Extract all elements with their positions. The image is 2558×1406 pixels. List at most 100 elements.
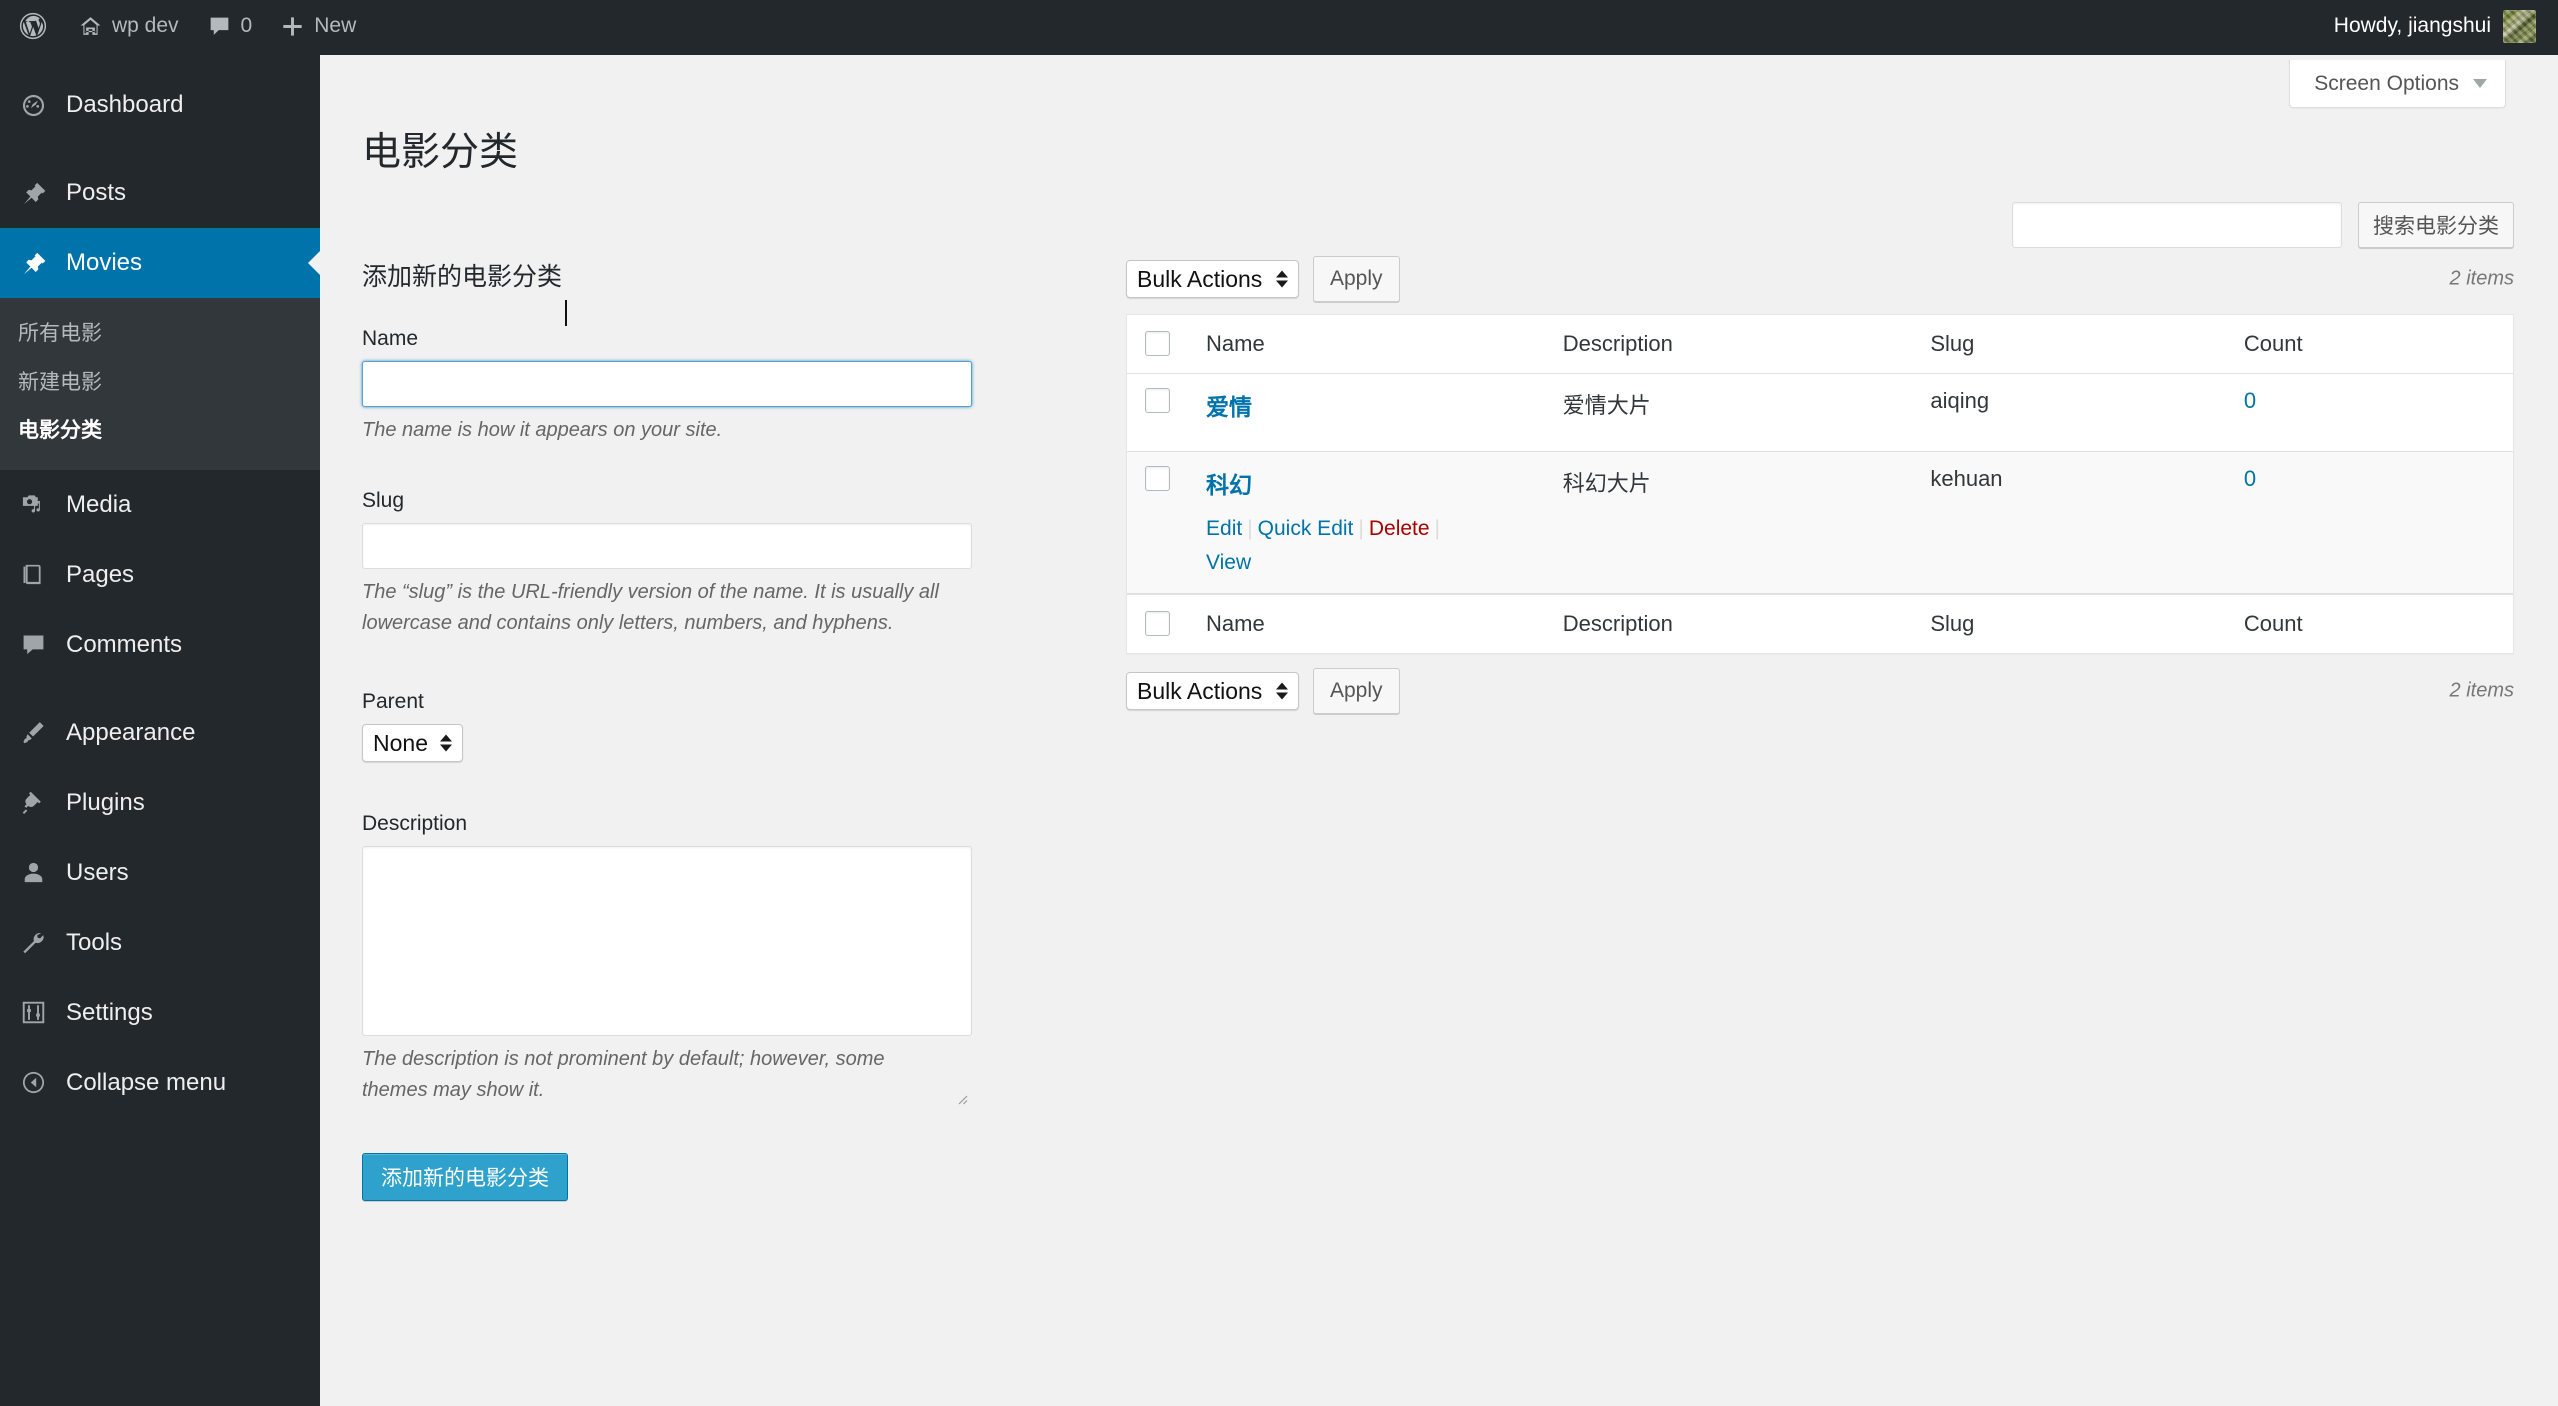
- wrench-icon: [16, 929, 50, 956]
- apply-button-top[interactable]: Apply: [1313, 256, 1400, 302]
- sidebar-item-label: Users: [66, 858, 129, 886]
- wordpress-logo-button[interactable]: [0, 0, 64, 52]
- new-label: New: [314, 14, 357, 37]
- menu-separator-1: [0, 140, 320, 158]
- search-submit-button[interactable]: 搜索电影分类: [2358, 202, 2514, 248]
- sidebar-item-tools[interactable]: Tools: [0, 908, 320, 978]
- sidebar-item-pages[interactable]: Pages: [0, 540, 320, 610]
- select-all-header: [1127, 315, 1195, 374]
- row-description-cell: 科幻大片: [1550, 452, 1919, 595]
- row-slug-cell: aiqing: [1918, 374, 2232, 452]
- menu-separator-2: [0, 680, 320, 698]
- main-content: Screen Options 电影分类 搜索电影分类 添加新的电影分类 Name…: [320, 52, 2558, 1406]
- resize-handle-icon[interactable]: [954, 1091, 968, 1105]
- parent-select-wrap: None: [362, 724, 463, 763]
- sidebar-item-label: Pages: [66, 560, 135, 588]
- add-term-form: 添加新的电影分类 Name The name is how it appears…: [362, 257, 1062, 1201]
- bulk-actions-select-bottom[interactable]: Bulk Actions: [1126, 672, 1299, 711]
- sidebar-item-users[interactable]: Users: [0, 838, 320, 908]
- sidebar-item-label: Movies: [66, 249, 143, 276]
- term-count-link[interactable]: 0: [2244, 388, 2256, 413]
- form-heading: 添加新的电影分类: [362, 263, 563, 291]
- column-header-slug[interactable]: Slug: [1918, 315, 2232, 374]
- column-footer-slug[interactable]: Slug: [1918, 594, 2232, 653]
- column-header-name[interactable]: Name: [1194, 315, 1551, 374]
- row-checkbox[interactable]: [1145, 388, 1170, 413]
- new-content-menu[interactable]: New: [266, 0, 370, 52]
- sidebar-item-label: Dashboard: [66, 91, 184, 118]
- row-count-cell: 0: [2231, 374, 2513, 452]
- row-description-cell: 爱情大片: [1550, 374, 1919, 452]
- row-action-quick-edit[interactable]: Quick Edit: [1258, 517, 1354, 540]
- table-body: 爱情 爱情大片 aiqing 0 科幻 Edit | Quick Edit | …: [1127, 374, 2513, 595]
- menu-top-spacer: [0, 52, 320, 70]
- table-foot: Name Description Slug Count: [1127, 594, 2513, 653]
- term-name-link[interactable]: 科幻: [1206, 472, 1252, 498]
- row-checkbox[interactable]: [1145, 466, 1170, 491]
- column-footer-description[interactable]: Description: [1550, 594, 1919, 653]
- column-header-count[interactable]: Count: [2231, 315, 2513, 374]
- row-actions: Edit | Quick Edit | Delete | View: [1206, 517, 1441, 574]
- plug-icon: [16, 789, 50, 816]
- slug-help-text: The “slug” is the URL-friendly version o…: [362, 581, 939, 634]
- table-footer-row: Name Description Slug Count: [1127, 594, 2513, 653]
- current-menu-arrow-icon: [308, 250, 321, 276]
- bulk-actions-select-top[interactable]: Bulk Actions: [1126, 260, 1299, 298]
- select-all-checkbox-bottom[interactable]: [1145, 611, 1170, 637]
- column-header-description[interactable]: Description: [1550, 315, 1919, 374]
- parent-field-group: Parent None: [362, 690, 1062, 763]
- comment-bubble-icon: [16, 631, 50, 658]
- column-footer-name[interactable]: Name: [1194, 594, 1551, 653]
- select-all-checkbox-top[interactable]: [1145, 331, 1170, 356]
- row-action-view[interactable]: View: [1206, 551, 1251, 574]
- sidebar-item-label: Tools: [66, 928, 123, 956]
- avatar: [2503, 9, 2536, 43]
- row-slug-cell: kehuan: [1918, 452, 2232, 595]
- select-all-footer: [1127, 594, 1195, 653]
- table-row[interactable]: 科幻 Edit | Quick Edit | Delete | View 科幻大片 keh…: [1127, 452, 2513, 595]
- table-header-row: Name Description Slug Count: [1127, 315, 2513, 374]
- term-name-link[interactable]: 爱情: [1206, 394, 1252, 420]
- name-input[interactable]: [362, 361, 972, 407]
- name-field-group: Name The name is how it appears on your …: [362, 327, 1062, 445]
- my-account-menu[interactable]: Howdy, jiangshui: [2320, 0, 2558, 52]
- table-head: Name Description Slug Count: [1127, 315, 2513, 374]
- description-textarea[interactable]: [362, 846, 972, 1037]
- sidebar-item-comments[interactable]: Comments: [0, 610, 320, 680]
- sidebar-item-plugins[interactable]: Plugins: [0, 768, 320, 838]
- parent-select[interactable]: None: [362, 724, 463, 763]
- terms-table: Name Description Slug Count 爱情 爱情大片 aiqi…: [1126, 314, 2514, 655]
- sidebar-item-media[interactable]: Media: [0, 470, 320, 540]
- dashboard-icon: [16, 92, 50, 119]
- row-action-edit[interactable]: Edit: [1206, 517, 1242, 540]
- plus-icon: [280, 14, 305, 39]
- table-row[interactable]: 爱情 爱情大片 aiqing 0: [1127, 374, 2513, 452]
- submenu-item-all-movies[interactable]: 所有电影: [0, 310, 320, 359]
- apply-button-bottom[interactable]: Apply: [1313, 668, 1400, 715]
- comment-bubble-icon: [207, 14, 232, 39]
- column-footer-count[interactable]: Count: [2231, 594, 2513, 653]
- comments-menu[interactable]: 0: [193, 0, 267, 52]
- site-name-menu[interactable]: wp dev: [64, 0, 193, 52]
- screen-options-button[interactable]: Screen Options: [2289, 60, 2506, 108]
- sidebar-item-settings[interactable]: Settings: [0, 978, 320, 1048]
- sidebar-item-label: Settings: [66, 998, 153, 1026]
- sidebar-item-label: Plugins: [66, 788, 145, 816]
- term-count-link[interactable]: 0: [2244, 466, 2256, 491]
- sidebar-item-collapse-menu[interactable]: Collapse menu: [0, 1048, 320, 1118]
- search-input[interactable]: [2012, 202, 2342, 248]
- add-term-submit-button[interactable]: 添加新的电影分类: [362, 1152, 568, 1201]
- tablenav-top: Bulk Actions Apply 2 items: [1126, 250, 2514, 308]
- row-action-delete[interactable]: Delete: [1369, 517, 1430, 540]
- sidebar-item-dashboard[interactable]: Dashboard: [0, 70, 320, 140]
- terms-table-region: Bulk Actions Apply 2 items Name Descript…: [1126, 250, 2514, 720]
- bulk-actions-select-wrap-bottom: Bulk Actions: [1126, 672, 1299, 711]
- submenu-item-movie-categories[interactable]: 电影分类: [0, 407, 320, 456]
- submenu-item-new-movie[interactable]: 新建电影: [0, 359, 320, 408]
- movies-submenu: 所有电影 新建电影 电影分类: [0, 298, 320, 470]
- sidebar-item-posts[interactable]: Posts: [0, 158, 320, 228]
- slug-input[interactable]: [362, 523, 972, 570]
- sidebar-item-appearance[interactable]: Appearance: [0, 698, 320, 768]
- sidebar-item-movies[interactable]: Movies: [0, 227, 321, 298]
- screen-meta-links: Screen Options: [2289, 60, 2506, 108]
